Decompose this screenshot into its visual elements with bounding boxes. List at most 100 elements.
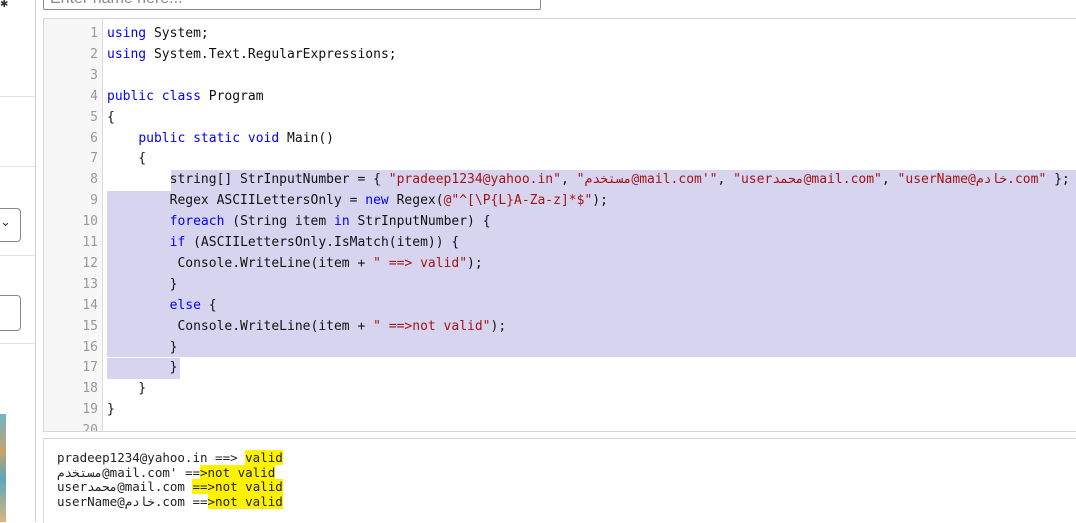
code-token: string[] StrInputNumber = { [107,172,389,188]
keyword-token: class [161,88,201,104]
line-number: 11 [82,235,98,250]
output-line: مستخدم@mail.com' ==>not valid [57,464,276,480]
code-text: Console.WriteLine(item + " ==>not valid"… [107,316,506,337]
output-text: مستخدم@mail.com' == [57,464,200,480]
output-text: userمحمد@mail.com [57,479,193,494]
output-console: pradeep1234@yahoo.in ==> valid مستخدم@mai… [43,438,1076,523]
code-token: System; [146,26,209,41]
string-token: "مستخدم@mail.com'" [576,172,718,188]
code-token: } [107,276,178,292]
code-line: 15 Console.WriteLine(item + " ==>not val… [44,316,1076,337]
code-editor[interactable]: 1 using System; 2 using System.Text.Regular… [43,18,1076,432]
code-token: StrInputNumber) { [349,214,491,230]
divider [0,166,35,167]
code-text: else { [107,295,217,316]
code-text: string[] StrInputNumber = { "pradeep1234… [107,169,1070,190]
pin-icon[interactable]: ✱ [0,0,10,12]
line-number: 18 [82,381,98,397]
keyword-token: new [365,193,389,209]
code-text: using System; [107,23,209,44]
line-number: 6 [90,130,98,146]
code-text: { [107,148,146,169]
code-text: public static void Main() [107,128,334,149]
line-number: 19 [82,402,98,418]
code-token: } [107,360,178,376]
line-number: 10 [82,214,98,230]
string-token: @"^[\P{L}A-Za-z]*$" [443,193,593,209]
code-text: } [107,274,178,295]
code-text: { [107,107,115,128]
string-token: "pradeep1234@yahoo.in" [388,172,561,188]
code-token: Console.WriteLine(item + [107,318,374,334]
thumbnail-image [0,414,6,522]
code-token: ); [467,255,483,271]
keyword-token: else [169,297,201,313]
code-line: 9 Regex ASCIILettersOnly = new Regex(@"^… [44,190,1076,211]
code-token: ); [490,318,507,334]
keyword-token: void [247,130,280,146]
code-token: (ASCIILettersOnly.IsMatch(item)) { [185,235,460,250]
code-text: } [107,399,115,420]
output-line: userName@خادم.com ==>not valid [57,493,283,509]
code-token: System.Text.RegularExpressions; [146,46,397,62]
code-text: if (ASCIILettersOnly.IsMatch(item)) { [107,232,460,253]
code-text: using System.Text.RegularExpressions; [107,44,397,65]
code-line: 6 public static void Main() [44,128,1076,149]
code-line: 17 } [44,357,1076,378]
output-line: pradeep1234@yahoo.in ==> valid [57,450,283,465]
code-line: 1 using System; [44,23,1076,44]
code-token: , [560,172,577,188]
text-field[interactable] [0,295,21,331]
code-text: public class Program [107,86,264,107]
code-line: 20 [44,420,1076,432]
code-line: 12 Console.WriteLine(item + " ==> valid"… [44,253,1076,274]
code-line: 10 foreach (String item in StrInputNumbe… [44,211,1076,232]
line-number: 7 [90,151,98,167]
keyword-token: static [193,130,241,146]
string-token: " ==> valid" [373,255,468,271]
output-text: userName@خادم.com == [57,493,208,509]
code-line: 11 if (ASCIILettersOnly.IsMatch(item)) { [44,232,1076,253]
code-line: 14 else { [44,295,1076,316]
keyword-token: in [334,214,350,230]
code-line: 16 } [44,337,1076,358]
string-token: " ==>not valid" [373,318,491,334]
code-text: } [107,378,146,399]
code-token: Program [200,88,264,104]
code-line: 4 public class Program [44,86,1076,107]
line-number: 4 [90,88,98,104]
code-token: Console.WriteLine(item + [107,255,374,271]
line-number: 2 [90,46,98,62]
code-token: { [200,297,217,313]
code-token: } [107,339,178,355]
line-number: 8 [90,172,98,188]
line-number: 20 [82,423,98,432]
code-line: 19} [44,399,1076,420]
keyword-token: public [107,88,154,104]
code-token: (String item [224,214,334,230]
divider [0,343,35,344]
name-input[interactable] [43,0,541,10]
code-line: 8 string[] StrInputNumber = { "pradeep12… [44,169,1076,190]
line-number: 14 [82,297,98,313]
keyword-token: if [169,235,186,250]
divider [0,96,35,97]
highlighted-result: >not valid [200,464,276,480]
code-token: , [717,172,734,188]
code-line: 7 { [44,148,1076,169]
dropdown-select[interactable]: ⌄ [0,208,21,242]
output-text: pradeep1234@yahoo.in ==> [57,450,246,465]
code-token: Regex ASCIILettersOnly = [107,193,366,209]
line-number: 1 [90,26,98,41]
keyword-token: using [107,26,147,41]
left-panel: ✱ ⌄ [0,0,36,522]
code-text: foreach (String item in StrInputNumber) … [107,211,491,232]
line-number: 5 [90,109,98,125]
code-token: } [107,381,147,397]
